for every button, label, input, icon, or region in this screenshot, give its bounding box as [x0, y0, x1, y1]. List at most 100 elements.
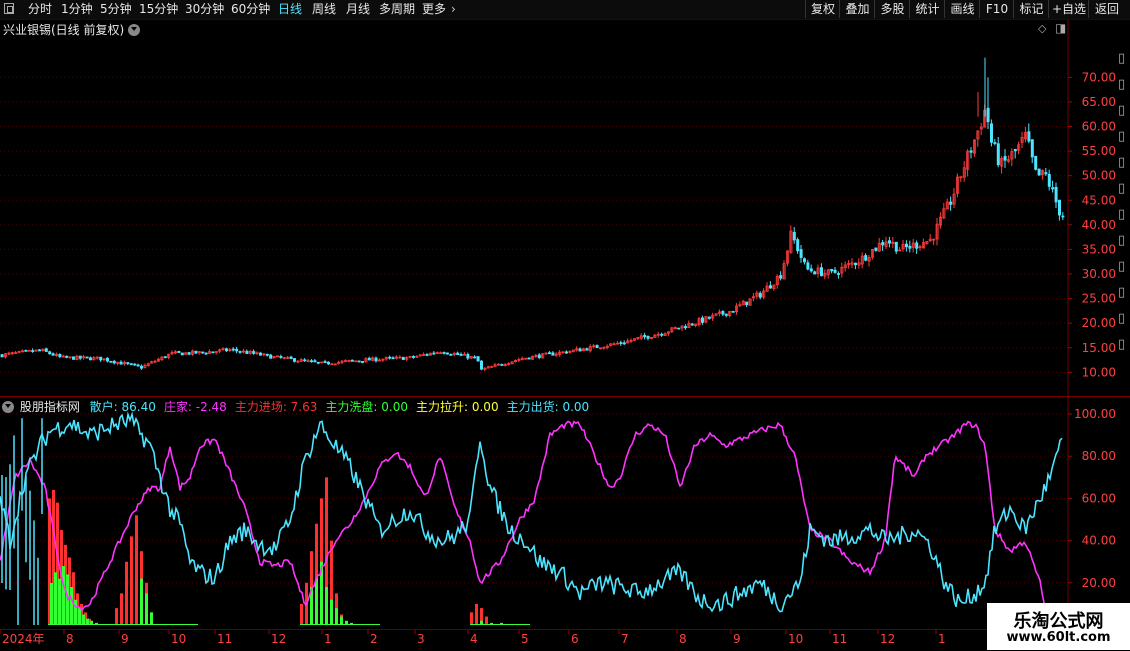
mark-button[interactable]: 标记 — [1013, 0, 1049, 18]
period-tab-30min[interactable]: 30分钟 — [185, 1, 224, 18]
period-tab-monthly[interactable]: 月线 — [346, 1, 370, 18]
sidebar-edge-glyph: ▯ — [1118, 51, 1125, 66]
wash-bar — [335, 608, 338, 625]
candle-body — [211, 351, 215, 354]
candle-body — [724, 313, 728, 316]
candle-body — [106, 357, 110, 362]
candle-body — [194, 350, 198, 354]
indicator-dropdown-icon[interactable] — [2, 400, 14, 413]
candle-body — [38, 349, 42, 352]
entry-bar — [115, 608, 118, 625]
candle-body — [1013, 149, 1017, 152]
period-tab-1min[interactable]: 1分钟 — [61, 1, 93, 18]
time-tick-label: 11 — [217, 632, 232, 646]
candle-body — [238, 351, 242, 353]
candle-body — [643, 334, 647, 338]
legend-value: -2.48 — [191, 400, 227, 414]
price-tick-label: 40.00 — [1082, 218, 1116, 232]
candle-body — [551, 352, 555, 356]
candle-body — [864, 255, 868, 261]
entry-bar — [485, 616, 488, 625]
candle-body — [449, 353, 453, 356]
time-tick-label: 9 — [121, 632, 129, 646]
sidebar-edge-glyph: ▯ — [1118, 77, 1125, 92]
statistics-button[interactable]: 统计 — [909, 0, 945, 18]
candle-body — [585, 348, 589, 351]
candle-body — [806, 262, 810, 270]
period-tab-15min[interactable]: 15分钟 — [139, 1, 178, 18]
f10-button[interactable]: F10 — [979, 0, 1014, 18]
price-tick-label: 25.00 — [1082, 292, 1116, 306]
restore-rights-button[interactable]: 复权 — [805, 0, 840, 18]
candle-body — [231, 348, 235, 351]
candle-body — [48, 351, 52, 355]
candle-body — [180, 352, 184, 356]
candle-body — [78, 355, 82, 359]
window-icon[interactable] — [4, 3, 14, 14]
candle-body — [99, 356, 103, 361]
candle-body — [1027, 131, 1031, 142]
candlestick-chart: 10.00 15.00 20.00 25.00 30.00 35.00 40.00 45.00… — [0, 20, 1125, 396]
candle-body — [258, 352, 262, 356]
price-tick-label: 20.00 — [1082, 316, 1116, 330]
period-tab-fenshi[interactable]: 分时 — [28, 1, 52, 18]
add-watchlist-button[interactable]: +自选 — [1048, 0, 1089, 18]
back-button[interactable]: 返回 — [1088, 0, 1125, 18]
stock-title: 兴业银锡(日线 前复权) — [3, 23, 125, 37]
candle-body — [731, 310, 735, 313]
maximize-icon[interactable]: ◨ — [1055, 21, 1066, 35]
time-tick-label: 11 — [832, 632, 847, 646]
overlay-button[interactable]: 叠加 — [839, 0, 875, 18]
wash-bar — [82, 614, 85, 625]
candle-body — [854, 262, 858, 266]
candle-body — [133, 363, 137, 366]
candle-body — [252, 351, 256, 354]
candle-body — [479, 360, 483, 370]
legend-item: 主力出货: 0.00 — [507, 400, 590, 414]
candle-body — [660, 333, 664, 336]
period-tab-weekly[interactable]: 周线 — [312, 1, 336, 18]
multi-stock-button[interactable]: 多股 — [874, 0, 910, 18]
candle-body — [445, 352, 449, 355]
dropdown-icon[interactable] — [128, 24, 140, 36]
zhuangjia-line — [0, 420, 1051, 628]
candle-body — [275, 355, 279, 358]
candle-body — [126, 362, 130, 365]
entry-bar — [125, 561, 128, 625]
period-tab-daily[interactable]: 日线 — [278, 1, 302, 18]
candle-body — [292, 358, 296, 362]
time-tick-label: 10 — [171, 632, 186, 646]
candle-body — [58, 353, 62, 358]
period-tab-multi[interactable]: 多周期 — [379, 1, 415, 18]
period-toolbar: 分时 1分钟 5分钟 15分钟 30分钟 60分钟 日线 周线 月线 多周期 更… — [0, 0, 1130, 20]
candle-body — [565, 351, 569, 354]
price-tick-label: 55.00 — [1082, 144, 1116, 158]
candle-body — [89, 357, 93, 361]
candle-body — [1030, 139, 1034, 158]
wash-bar — [340, 616, 343, 625]
time-tick-label: 12 — [880, 632, 895, 646]
entry-bar — [475, 603, 478, 625]
draw-line-button[interactable]: 画线 — [944, 0, 980, 18]
time-tick-label: 5 — [521, 632, 529, 646]
period-tab-more[interactable]: 更多 — [422, 1, 446, 18]
candle-body — [456, 352, 460, 356]
legend-label: 庄家: — [163, 400, 192, 414]
period-tab-5min[interactable]: 5分钟 — [100, 1, 132, 18]
candle-body — [837, 273, 841, 275]
candle-body — [425, 353, 429, 356]
candle-body — [112, 360, 116, 364]
time-tick-label: 8 — [66, 632, 74, 646]
diamond-icon[interactable]: ◇ — [1038, 22, 1046, 35]
period-tab-60min[interactable]: 60分钟 — [231, 1, 270, 18]
candle-body — [388, 356, 392, 359]
candle-body — [163, 356, 167, 359]
candle-body — [548, 352, 552, 355]
candle-body — [1003, 156, 1007, 161]
wash-bar — [70, 587, 73, 625]
candle-body — [527, 357, 531, 360]
candle-body — [813, 271, 817, 275]
candle-body — [595, 345, 599, 349]
candle-body — [459, 353, 463, 356]
time-axis-labels: 2024年 8 9 10 11 12 1 2 3 4 5 6 7 8 9 10 11 12 1 — [0, 630, 946, 646]
